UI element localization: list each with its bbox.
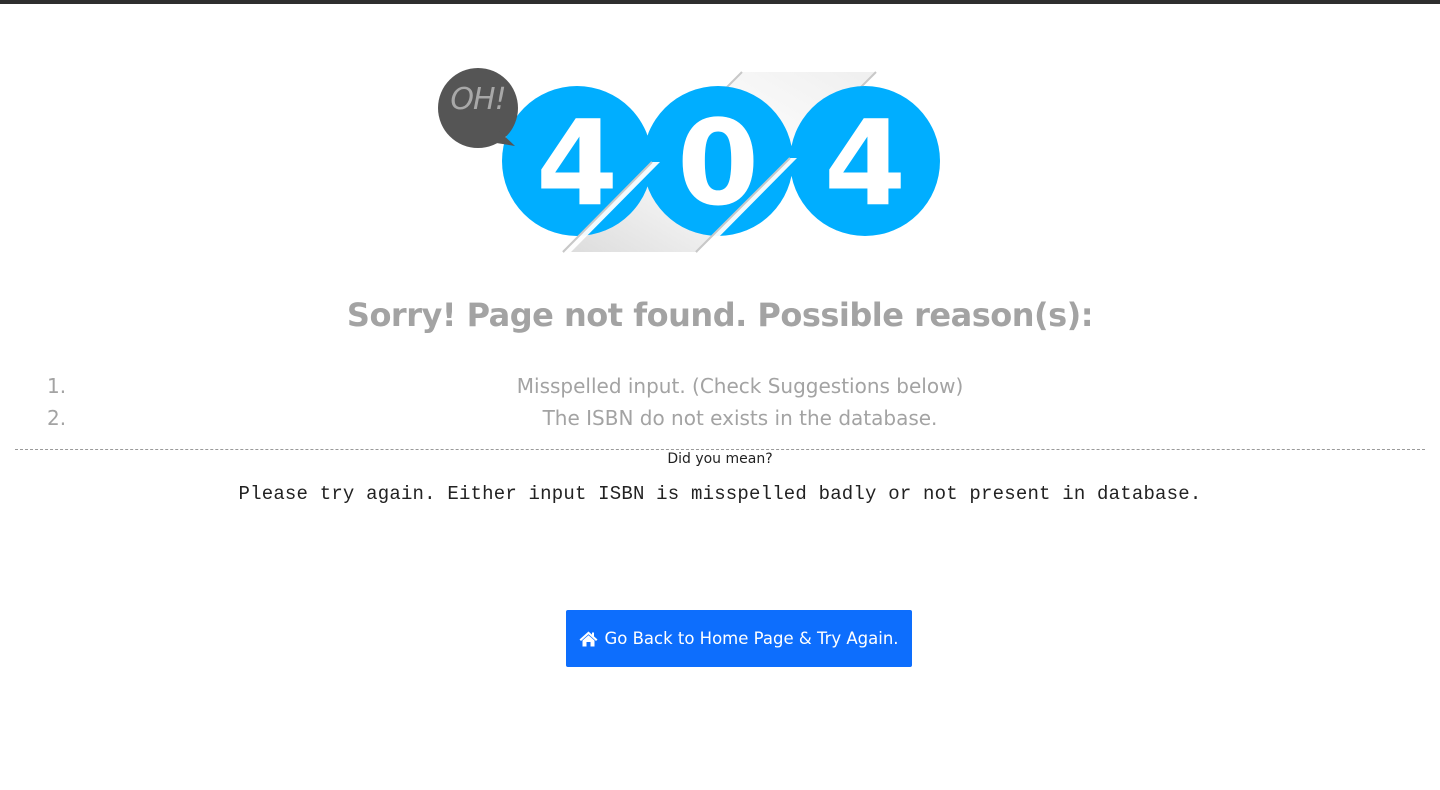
home-button[interactable]: Go Back to Home Page & Try Again. (566, 610, 912, 667)
page-headline: Sorry! Page not found. Possible reason(s… (346, 296, 1094, 334)
list-item-text: Misspelled input. (Check Suggestions bel… (516, 374, 964, 398)
digit-1: 4 (535, 94, 619, 232)
list-item-text: The ISBN do not exists in the database. (542, 406, 938, 430)
home-button-label: Go Back to Home Page & Try Again. (604, 629, 899, 648)
list-item: 1. Misspelled input. (Check Suggestions … (0, 372, 1440, 404)
home-icon (579, 631, 598, 647)
suggestions-label: Did you mean? (667, 451, 773, 467)
dashed-divider (15, 449, 1425, 450)
list-item: 2. The ISBN do not exists in the databas… (0, 404, 1440, 436)
reasons-list: 1. Misspelled input. (Check Suggestions … (0, 372, 1440, 436)
digit-3: 4 (823, 94, 907, 232)
digit-2: 0 (676, 94, 760, 232)
suggestions-message: Please try again. Either input ISBN is m… (238, 483, 1202, 505)
